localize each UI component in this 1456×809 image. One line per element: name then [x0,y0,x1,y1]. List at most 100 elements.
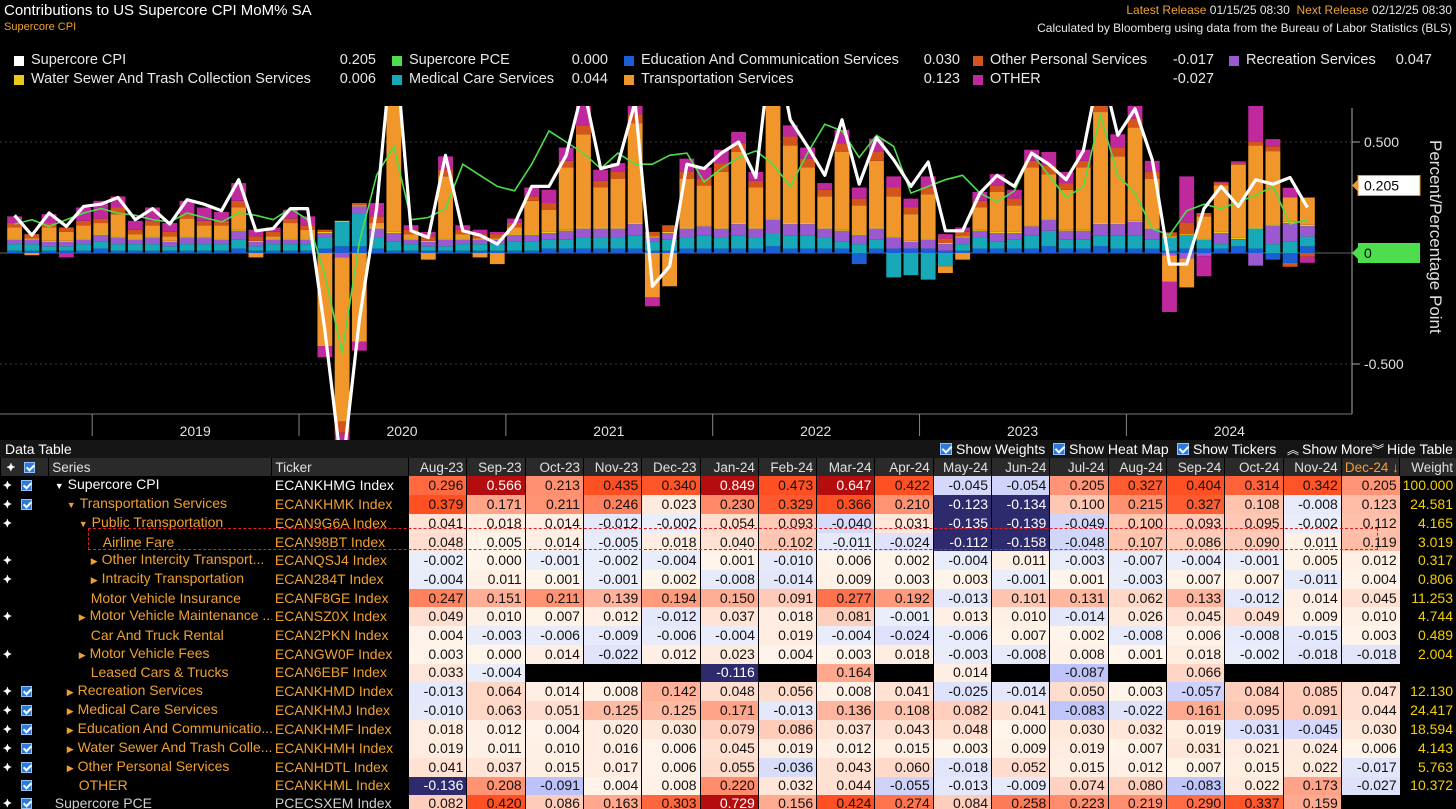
value-cell[interactable]: 0.102 [757,533,817,552]
value-cell[interactable]: 0.108 [874,700,934,720]
value-cell[interactable]: -0.083 [1049,700,1109,720]
series-cell[interactable]: ▶ Motor Vehicle Maintenance ... [48,607,272,627]
value-cell[interactable]: 0.074 [1049,776,1109,795]
series-cell[interactable]: ▶ Education And Communicatio... [48,719,272,739]
column-header-month[interactable]: Oct-23 [524,458,584,477]
column-header-month[interactable]: Jan-24 [699,458,759,477]
show-weights-toggle[interactable]: Show Weights [940,441,1045,457]
series-cell[interactable]: OTHER [48,776,272,795]
value-cell[interactable]: 0.040 [699,533,759,552]
value-cell[interactable]: 0.303 [641,794,701,809]
value-cell[interactable]: 0.018 [874,644,934,664]
value-cell[interactable]: 0.031 [1165,738,1225,758]
series-cell[interactable]: Motor Vehicle Insurance [48,589,272,608]
series-cell[interactable]: Car And Truck Rental [48,626,272,645]
value-cell[interactable] [1224,663,1284,682]
column-header-month[interactable]: Jun-24 [991,458,1050,477]
value-cell[interactable] [524,663,584,682]
value-cell[interactable]: 0.003 [1340,626,1400,645]
row-settings-icon[interactable]: ⯌ [1,571,15,588]
series-cell[interactable]: ▶ Intracity Transportation [48,570,272,590]
value-cell[interactable] [1340,794,1400,809]
value-cell[interactable]: 0.342 [1282,476,1342,496]
value-cell[interactable]: -0.057 [1165,681,1225,701]
value-cell[interactable]: -0.010 [408,700,467,720]
value-cell[interactable]: 0.008 [1049,644,1109,664]
value-cell[interactable]: 0.211 [524,495,584,515]
ticker-cell[interactable]: ECANKHMK Index [271,495,409,515]
value-cell[interactable]: 0.007 [1224,570,1284,590]
row-settings-icon[interactable]: ⯌ [1,721,15,738]
row-settings-icon[interactable]: ⯌ [1,759,15,776]
value-cell[interactable]: 0.048 [932,719,992,739]
value-cell[interactable]: 0.017 [582,757,642,777]
value-cell[interactable]: -0.004 [816,626,875,645]
table-row[interactable]: ⯌ ▶ Education And Communicatio... ECANKHMF … [0,719,1456,739]
value-cell[interactable]: 0.125 [582,700,642,720]
value-cell[interactable]: 0.014 [932,663,992,682]
value-cell[interactable] [582,663,642,682]
value-cell[interactable]: 0.327 [1107,476,1167,496]
value-cell[interactable]: 0.045 [699,738,759,758]
value-cell[interactable]: 0.026 [1107,607,1167,627]
value-cell[interactable]: -0.003 [1107,570,1167,590]
series-cell[interactable]: ▶ Water Sewer And Trash Colle... [48,738,272,758]
ticker-cell[interactable]: ECANKHMJ Index [271,700,409,720]
row-settings-icon[interactable]: ⯌ [1,496,15,513]
table-row[interactable]: ⯌ ▶ Medical Care Services ECANKHMJ Index -0.… [0,700,1456,720]
value-cell[interactable]: 0.051 [524,700,584,720]
value-cell[interactable]: -0.001 [582,570,642,590]
value-cell[interactable]: -0.139 [991,514,1050,534]
value-cell[interactable]: -0.008 [1224,626,1284,645]
value-cell[interactable]: 0.566 [466,476,526,496]
table-row[interactable]: ⯌ ▶ Water Sewer And Trash Colle... ECANKHMH… [0,738,1456,758]
value-cell[interactable]: 0.006 [641,738,701,758]
ticker-cell[interactable]: ECANKHML Index [271,776,409,795]
value-cell[interactable]: 0.112 [1340,514,1400,534]
column-header-month[interactable]: Dec-24 ↓ [1340,458,1400,477]
value-cell[interactable]: 0.007 [1165,757,1225,777]
column-header-weight[interactable]: Weight [1399,458,1456,477]
column-header-series[interactable]: Series [48,458,272,477]
value-cell[interactable]: 0.004 [524,719,584,739]
collapse-caret-icon[interactable]: ▼ [67,500,76,510]
row-settings-icon[interactable]: ⯌ [1,515,15,532]
value-cell[interactable]: -0.024 [874,626,934,645]
expand-caret-icon[interactable]: ▶ [67,706,74,716]
expand-caret-icon[interactable]: ▶ [91,575,98,585]
ticker-cell[interactable]: ECAN9G6A Index [271,514,409,534]
value-cell[interactable]: 0.208 [466,776,526,795]
value-cell[interactable]: 0.019 [408,738,467,758]
value-cell[interactable]: 0.021 [1224,738,1284,758]
value-cell[interactable]: 0.030 [1340,719,1400,739]
expand-caret-icon[interactable]: ▶ [79,650,86,660]
value-cell[interactable]: 0.081 [816,607,875,627]
value-cell[interactable]: 0.085 [1282,681,1342,701]
value-cell[interactable]: -0.001 [1224,551,1284,571]
value-cell[interactable]: 0.012 [466,719,526,739]
value-cell[interactable]: 0.019 [1049,738,1109,758]
value-cell[interactable]: 0.006 [816,551,875,571]
value-cell[interactable]: 0.007 [1165,570,1225,590]
value-cell[interactable]: -0.055 [874,776,934,795]
value-cell[interactable]: -0.116 [699,663,759,682]
column-header-month[interactable]: May-24 [932,458,992,477]
row-checkbox[interactable] [21,593,32,604]
value-cell[interactable]: -0.091 [524,776,584,795]
value-cell[interactable]: -0.011 [816,533,875,552]
value-cell[interactable]: 0.015 [1224,757,1284,777]
value-cell[interactable]: 0.047 [1340,681,1400,701]
expand-caret-icon[interactable]: ▶ [91,556,98,566]
value-cell[interactable]: 0.014 [1282,589,1342,608]
row-settings-icon[interactable]: ⯌ [1,683,15,700]
value-cell[interactable]: -0.013 [932,776,992,795]
value-cell[interactable]: 0.003 [932,570,992,590]
value-cell[interactable]: -0.025 [932,681,992,701]
value-cell[interactable]: 0.086 [524,794,584,809]
value-cell[interactable]: -0.022 [1107,700,1167,720]
column-header-month[interactable]: Feb-24 [757,458,817,477]
table-row[interactable]: ⯌ ▶ Other Intercity Transport... ECANQSJ4 I… [0,551,1456,571]
value-cell[interactable]: -0.024 [874,533,934,552]
value-cell[interactable]: 0.033 [408,663,467,682]
value-cell[interactable]: -0.009 [991,776,1050,795]
